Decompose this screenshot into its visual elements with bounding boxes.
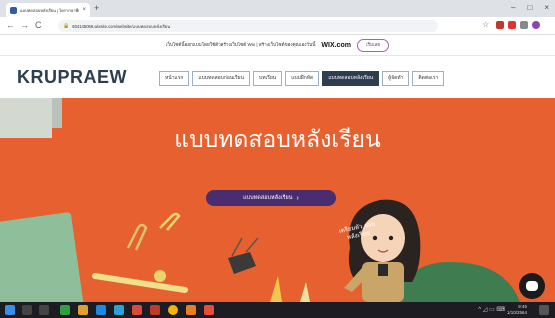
minimize-button[interactable]: – [511,3,515,12]
browser-tab[interactable]: แบบทดสอบหลังเรียน | ใครากษาพี่แพรว × [6,3,90,17]
hero-section: แบบทดสอบหลังเรียน แบบทดสอบหลังเรียน › เต… [0,98,555,302]
address-bar[interactable]: 🔒 604145066.wixsite.com/website/แบบทดสอบ… [58,20,438,32]
chat-button[interactable] [519,273,545,299]
nav-item-authors[interactable]: ผู้จัดทำ [382,71,410,86]
nav-item-lessons[interactable]: บทเรียน [253,71,283,86]
site-favicon-icon [10,6,17,14]
maximize-button[interactable]: □ [527,3,532,12]
task-view-icon[interactable] [39,305,49,315]
site-header: KRUPRAEW หน้าแรก แบบทดสอบก่อนเรียน บทเรี… [0,56,555,98]
wix-banner: เว็บไซต์นี้ออกแบบโดยใช้ตัวสร้างเว็บไซต์ … [0,35,555,56]
paperclip-illustration [159,212,181,231]
app-icon[interactable] [114,305,124,315]
extension-icon[interactable] [496,21,504,29]
notification-icon[interactable] [539,305,549,315]
app-icon[interactable] [96,305,106,315]
cta-label: แบบทดสอบหลังเรียน [243,195,293,201]
nav-item-exercises[interactable]: แบบฝึกหัด [285,71,320,86]
nav-item-posttest[interactable]: แบบทดสอบหลังเรียน [322,71,380,86]
browser-tab-strip: แบบทดสอบหลังเรียน | ใครากษาพี่แพรว × + –… [0,0,555,17]
extension-icon[interactable] [520,21,528,29]
bookmark-star-icon[interactable]: ☆ [482,20,489,29]
posttest-cta-button[interactable]: แบบทดสอบหลังเรียน › [206,190,336,206]
browser-toolbar: ← → C 🔒 604145066.wixsite.com/website/แบ… [0,17,555,35]
nav-item-pretest[interactable]: แบบทดสอบก่อนเรียน [192,71,251,86]
hero-title: แบบทดสอบหลังเรียน [174,127,381,153]
window-controls: – □ × [511,3,549,12]
nav-item-home[interactable]: หน้าแรก [159,71,190,86]
chevron-right-icon: › [296,194,299,202]
site-nav: หน้าแรก แบบทดสอบก่อนเรียน บทเรียน แบบฝึก… [159,71,447,86]
app-icon[interactable] [186,305,196,315]
binder-clip-wire [231,237,259,257]
system-tray-icons[interactable]: ^ ◿ ▭ ⌨ [478,306,505,313]
chrome-icon[interactable] [168,305,178,315]
pencil-illustration [300,282,310,302]
profile-avatar[interactable] [532,21,540,29]
compass-illustration [92,273,188,293]
wix-logo[interactable]: WIX.com [321,42,351,49]
green-notebook-illustration [0,212,84,302]
tray-date: 1/10/2564 [506,310,527,315]
os-taskbar: ^ ◿ ▭ ⌨ 9:45 1/10/2564 [0,302,555,318]
tab-close-icon[interactable]: × [82,7,86,13]
forward-button[interactable]: → [20,20,29,31]
chat-bubble-icon [526,281,538,291]
windows-start-icon[interactable] [5,305,15,315]
reload-button[interactable]: C [35,20,42,31]
app-icon[interactable] [150,305,160,315]
tab-title: แบบทดสอบหลังเรียน | ใครากษาพี่แพรว [20,7,80,13]
wix-start-button[interactable]: เริ่มเลย [356,38,390,52]
close-window-button[interactable]: × [544,3,549,12]
back-button[interactable]: ← [6,20,15,31]
tray-clock[interactable]: 9:45 1/10/2564 [507,304,527,316]
new-tab-button[interactable]: + [94,3,99,13]
url-text: 604145066.wixsite.com/website/แบบทดสอบหล… [72,23,171,29]
paperclip-illustration [126,223,148,251]
search-icon[interactable] [22,305,32,315]
compass-hinge [154,270,166,282]
site-logo[interactable]: KRUPRAEW [17,67,127,88]
file-explorer-icon[interactable] [78,305,88,315]
app-icon[interactable] [204,305,214,315]
app-icon[interactable] [60,305,70,315]
nav-item-contact[interactable]: ติดต่อเรา [412,71,445,86]
wix-banner-message: เว็บไซต์นี้ออกแบบโดยใช้ตัวสร้างเว็บไซต์ … [165,41,316,47]
lock-icon: 🔒 [63,23,70,29]
pencil-illustration [270,276,282,302]
app-icon[interactable] [132,305,142,315]
extension-icon[interactable] [508,21,516,29]
